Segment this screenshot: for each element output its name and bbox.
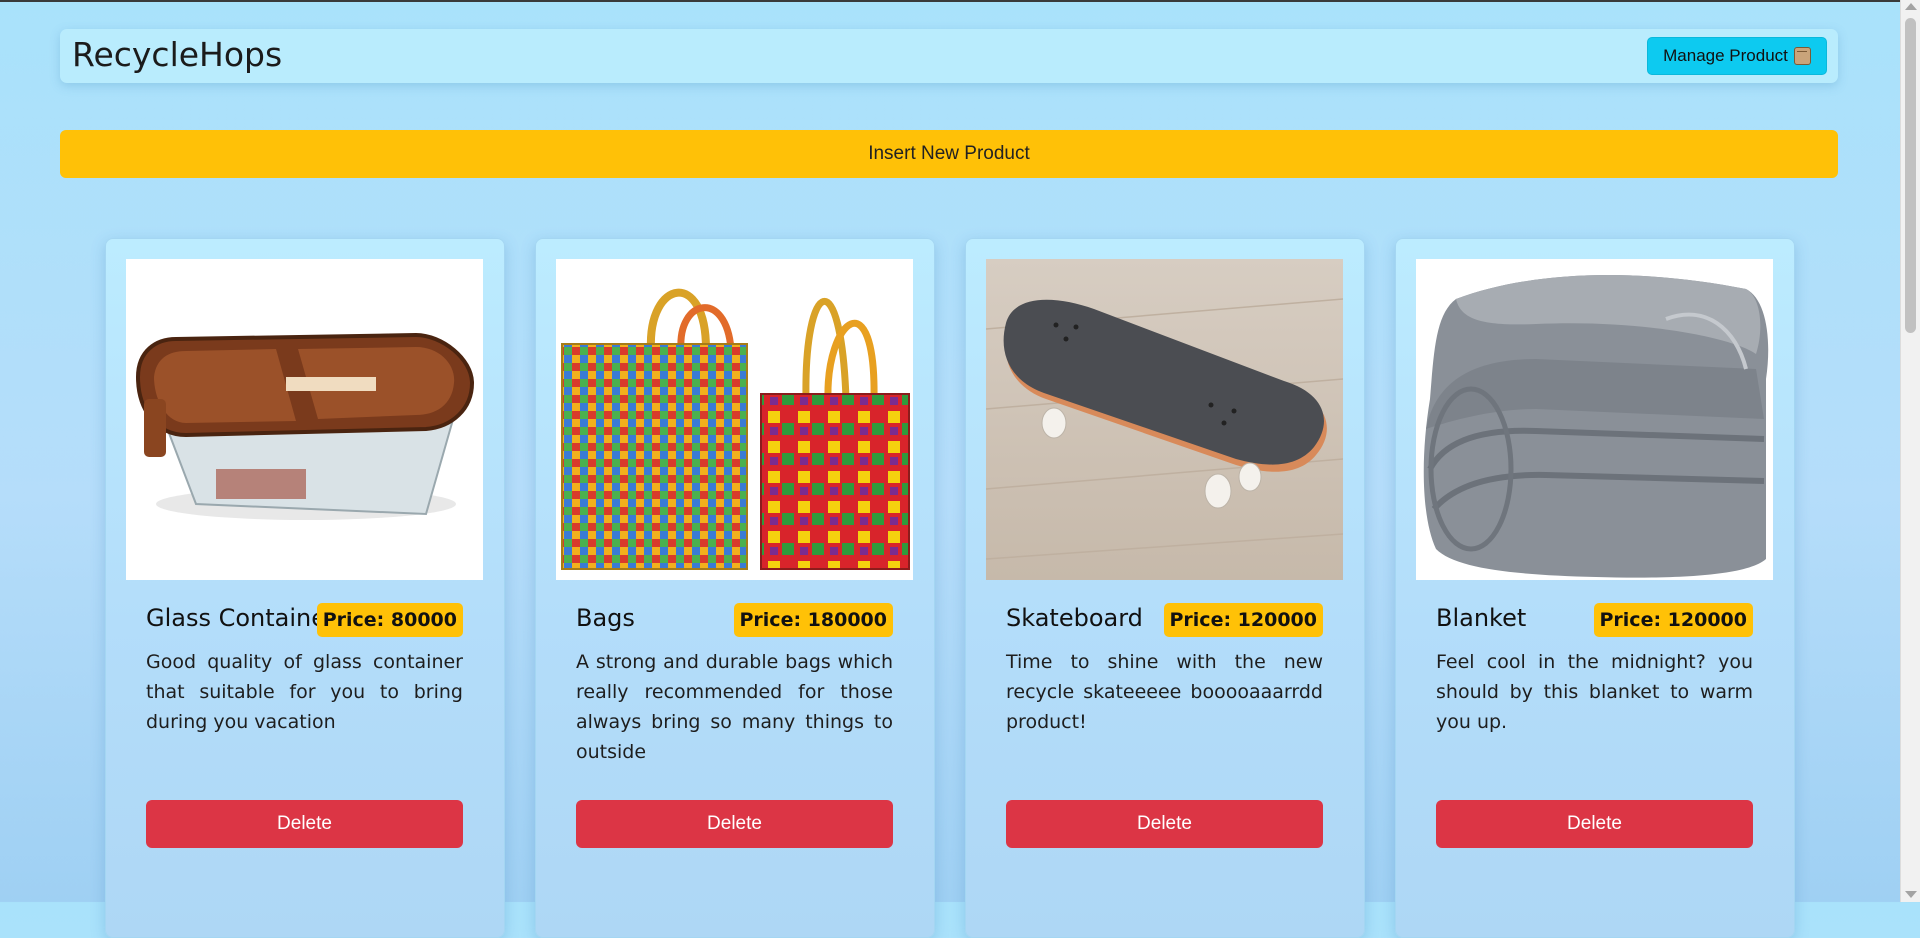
scroll-up-arrow-icon[interactable]	[1905, 3, 1917, 10]
manage-product-label: Manage Product	[1663, 46, 1788, 65]
product-image-skateboard	[986, 259, 1343, 580]
delete-button[interactable]: Delete	[146, 800, 463, 848]
scroll-down-arrow-icon[interactable]	[1905, 891, 1917, 898]
navbar: RecycleHops Manage Product	[60, 29, 1838, 83]
insert-new-product-button[interactable]: Insert New Product	[60, 130, 1838, 178]
product-title: Bags	[576, 604, 635, 632]
window-top-border	[0, 0, 1920, 2]
scroll-thumb[interactable]	[1905, 18, 1916, 333]
product-image-blanket	[1416, 259, 1773, 580]
price-badge: Price: 80000	[316, 603, 463, 637]
product-description: A strong and durable bags which really r…	[576, 651, 893, 763]
box-icon	[1793, 47, 1811, 65]
product-description: Feel cool in the midnight? you should by…	[1436, 651, 1753, 733]
delete-button[interactable]: Delete	[576, 800, 893, 848]
product-card: Glass Container Price: 80000 Good qualit…	[105, 238, 505, 938]
price-badge: Price: 120000	[1593, 603, 1753, 637]
product-card: Skateboard Price: 120000 Time to shine w…	[965, 238, 1365, 938]
product-title: Blanket	[1436, 604, 1527, 632]
brand-logo[interactable]: RecycleHops	[72, 33, 282, 77]
product-image-bags	[556, 259, 913, 580]
product-image-glass-container	[126, 259, 483, 580]
vertical-scrollbar[interactable]	[1900, 0, 1920, 902]
product-title: Glass Container	[146, 604, 336, 632]
product-title: Skateboard	[1006, 604, 1143, 632]
price-badge: Price: 120000	[1163, 603, 1323, 637]
price-badge: Price: 180000	[733, 603, 893, 637]
product-card: Bags Price: 180000 A strong and durable …	[535, 238, 935, 938]
delete-button[interactable]: Delete	[1006, 800, 1323, 848]
product-description: Good quality of glass container that sui…	[146, 651, 463, 733]
product-description: Time to shine with the new recycle skate…	[1006, 651, 1323, 733]
manage-product-button[interactable]: Manage Product	[1647, 37, 1827, 75]
delete-button[interactable]: Delete	[1436, 800, 1753, 848]
product-card: Blanket Price: 120000 Feel cool in the m…	[1395, 238, 1795, 938]
